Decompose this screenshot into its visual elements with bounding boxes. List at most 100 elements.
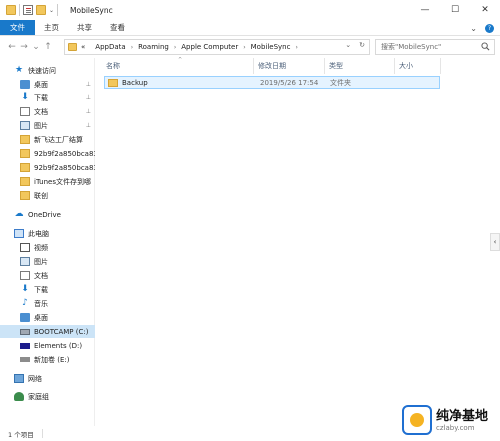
pin-icon[interactable]: ⊥ — [86, 122, 91, 129]
sidebar-item-network[interactable]: 网络 — [0, 372, 95, 385]
sidebar-item-videos[interactable]: 视频 — [0, 241, 95, 254]
breadcrumb-overflow[interactable]: « — [81, 43, 85, 51]
close-button[interactable]: ✕ — [470, 0, 500, 20]
sidebar-item-desktop[interactable]: 桌面 ⊥ — [0, 78, 95, 91]
computer-icon — [14, 229, 24, 238]
tab-view[interactable]: 查看 — [101, 20, 134, 35]
sidebar-item-label: 下载 — [34, 285, 48, 294]
download-icon: ⬇ — [21, 92, 29, 102]
music-icon: ♪ — [22, 298, 28, 308]
maximize-button[interactable]: ☐ — [440, 0, 470, 20]
address-bar[interactable]: « AppData › Roaming › Apple Computer › M… — [64, 39, 370, 55]
up-arrow-icon[interactable]: ↑ — [42, 42, 54, 52]
details-pane-toggle[interactable]: ‹ — [490, 233, 500, 251]
pin-icon[interactable]: ⊥ — [86, 81, 91, 88]
sidebar-item-downloads[interactable]: ⬇ 下载 ⊥ — [0, 91, 95, 104]
sidebar-item-bootcamp-drive[interactable]: BOOTCAMP (C:) — [0, 325, 95, 338]
divider — [41, 429, 43, 438]
sidebar-item-label: 视频 — [34, 243, 48, 252]
video-icon — [20, 243, 30, 252]
breadcrumb-mobilesync[interactable]: MobileSync — [251, 43, 291, 51]
sidebar-item-folder[interactable]: 92b9f2a850bca83 — [0, 147, 95, 160]
sidebar-item-onedrive[interactable]: ☁ OneDrive — [0, 208, 95, 221]
sidebar-item-label: 文档 — [34, 107, 48, 116]
forward-arrow-icon[interactable]: → — [18, 42, 30, 52]
sidebar-item-documents[interactable]: 文档 ⊥ — [0, 105, 95, 118]
sidebar-item-homegroup[interactable]: 家庭组 — [0, 390, 95, 403]
desktop-icon — [20, 313, 30, 322]
column-header-size[interactable]: 大小 — [399, 61, 413, 71]
breadcrumb-separator-icon[interactable]: › — [174, 44, 176, 51]
cloud-icon: ☁ — [14, 209, 24, 219]
pin-icon[interactable]: ⊥ — [86, 108, 91, 115]
breadcrumb-separator-icon[interactable]: › — [243, 44, 245, 51]
address-history-dropdown-icon[interactable]: ⌄ — [345, 41, 351, 49]
item-count: 1 个项目 — [8, 430, 34, 439]
sidebar-item-music[interactable]: ♪ 音乐 — [0, 297, 95, 310]
sidebar-item-e-drive[interactable]: 新加卷 (E:) — [0, 353, 95, 366]
refresh-icon[interactable]: ↻ — [359, 41, 365, 49]
sidebar-item-this-pc[interactable]: 此电脑 — [0, 227, 95, 240]
tab-home[interactable]: 主页 — [35, 20, 68, 35]
navigation-bar: ← → ⌄ ↑ « AppData › Roaming › Apple Comp… — [0, 36, 500, 58]
sidebar-item-elements-drive[interactable]: Elements (D:) — [0, 339, 95, 352]
watermark-url: czlaby.com — [436, 423, 475, 432]
pin-icon[interactable]: ⊥ — [86, 94, 91, 101]
ribbon-tabs: 文件 主页 共享 查看 ⌄ ? — [0, 20, 500, 36]
expand-ribbon-icon[interactable]: ⌄ — [470, 24, 477, 33]
sidebar-item-folder[interactable]: 92b9f2a850bca83 — [0, 161, 95, 174]
back-arrow-icon[interactable]: ← — [6, 42, 18, 52]
column-header-date[interactable]: 修改日期 — [258, 61, 286, 71]
column-divider[interactable] — [324, 58, 325, 74]
sidebar-item-label: 新加卷 (E:) — [34, 355, 70, 364]
external-drive-icon — [20, 342, 30, 349]
picture-icon — [20, 121, 30, 130]
column-divider[interactable] — [253, 58, 254, 74]
breadcrumb-appdata[interactable]: AppData — [95, 43, 125, 51]
sidebar-item-label: 音乐 — [34, 299, 48, 308]
minimize-button[interactable]: — — [410, 0, 440, 20]
document-icon — [20, 107, 30, 116]
divider — [57, 4, 59, 16]
sidebar-item-desktop[interactable]: 桌面 — [0, 311, 95, 324]
sidebar-item-label: 桌面 — [34, 80, 48, 89]
breadcrumb-roaming[interactable]: Roaming — [138, 43, 169, 51]
recent-locations-icon[interactable]: ⌄ — [30, 42, 42, 52]
breadcrumb-apple-computer[interactable]: Apple Computer — [181, 43, 238, 51]
properties-icon[interactable] — [23, 5, 33, 15]
folder-icon — [108, 78, 118, 87]
navigation-pane: ★ 快速访问 桌面 ⊥ ⬇ 下载 ⊥ 文档 ⊥ 图片 ⊥ 新飞达工厂结算 92b… — [0, 58, 95, 426]
drive-icon — [20, 328, 30, 335]
column-divider[interactable] — [440, 58, 441, 74]
sidebar-item-label: 网络 — [28, 374, 42, 383]
file-name: Backup — [122, 78, 148, 87]
column-divider[interactable] — [394, 58, 395, 74]
sidebar-item-quick-access[interactable]: ★ 快速访问 — [14, 64, 109, 77]
sidebar-item-folder[interactable]: 新飞达工厂结算 — [0, 133, 95, 146]
sidebar-item-documents[interactable]: 文档 — [0, 269, 95, 282]
search-box[interactable]: 搜索"MobileSync" — [375, 39, 495, 55]
column-header-type[interactable]: 类型 — [329, 61, 343, 71]
file-row-backup[interactable]: Backup 2019/5/26 17:54 文件夹 — [104, 76, 440, 89]
customize-quick-access-icon[interactable]: ⌄ — [49, 7, 54, 14]
column-headers: 名称 ^ 修改日期 类型 大小 — [96, 57, 489, 74]
tab-file[interactable]: 文件 — [0, 20, 35, 35]
breadcrumb-separator-icon[interactable]: › — [295, 44, 297, 51]
sidebar-item-label: OneDrive — [28, 210, 61, 219]
new-folder-icon[interactable] — [36, 5, 46, 15]
column-header-name[interactable]: 名称 — [106, 61, 120, 71]
breadcrumb-separator-icon[interactable]: › — [131, 44, 133, 51]
sidebar-item-downloads[interactable]: ⬇ 下载 — [0, 283, 95, 296]
homegroup-icon — [14, 392, 24, 401]
folder-icon — [20, 135, 30, 144]
sidebar-item-folder[interactable]: iTunes文件存到哪 — [0, 175, 95, 188]
sidebar-item-pictures[interactable]: 图片 — [0, 255, 95, 268]
search-input[interactable]: 搜索"MobileSync" — [381, 42, 441, 52]
help-icon[interactable]: ? — [485, 23, 494, 33]
tab-share[interactable]: 共享 — [68, 20, 101, 35]
sidebar-item-label: 图片 — [34, 257, 48, 266]
sidebar-item-pictures[interactable]: 图片 ⊥ — [0, 119, 95, 132]
sidebar-item-label: 文档 — [34, 271, 48, 280]
sidebar-item-folder[interactable]: 联创 — [0, 189, 95, 202]
sidebar-item-label: 图片 — [34, 121, 48, 130]
